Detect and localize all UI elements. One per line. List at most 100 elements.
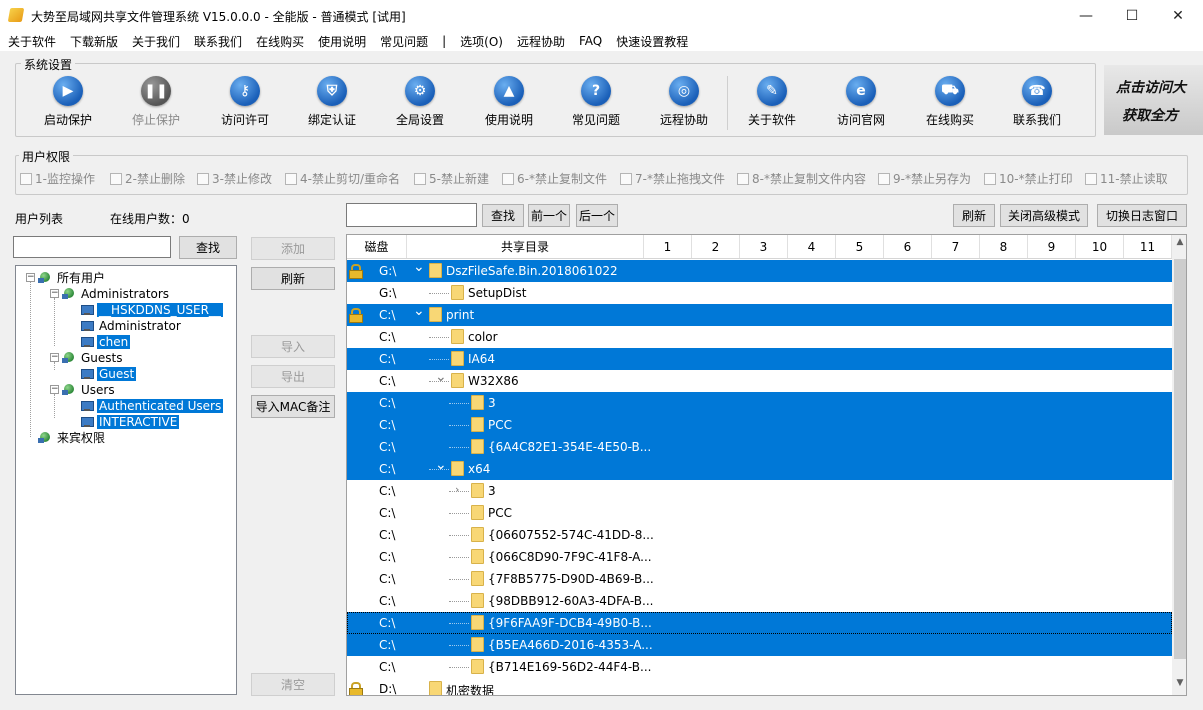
menu-item-6[interactable]: 常见问题 — [380, 33, 428, 50]
column-header-8[interactable]: 7 — [932, 235, 980, 258]
toolbar-button-gear[interactable]: ⚙ 全局设置 — [380, 76, 460, 128]
prev-button[interactable]: 前一个 — [528, 204, 570, 227]
share-grid[interactable]: 磁盘 共享目录 1 2 3 4 5 6 7 8 9 10 11 G:\ ⌄ DszFileSafe.Bin.… — [346, 234, 1187, 696]
toolbar-button-globe[interactable]: ◎ 远程协助 — [644, 76, 724, 128]
table-row[interactable]: C:\ {B5EA466D-2016-4353-A... — [347, 634, 1172, 656]
tree-node[interactable]: __HSKDDNS_USER__ — [80, 302, 223, 317]
tree-node[interactable]: Users — [62, 382, 117, 397]
table-row[interactable]: C:\ {B714E169-56D2-44F4-B... — [347, 656, 1172, 678]
column-header-10[interactable]: 9 — [1028, 235, 1076, 258]
permission-checkbox-11[interactable]: 11-禁止读取 — [1085, 170, 1168, 187]
column-header-2[interactable]: 1 — [644, 235, 692, 258]
table-row[interactable]: C:\ ⌄ W32X86 — [347, 369, 1172, 392]
user-search-button[interactable]: 查找 — [179, 236, 237, 259]
tree-node[interactable]: chen — [80, 334, 131, 349]
close-button[interactable]: ✕ — [1155, 0, 1201, 31]
toolbar-button-graduation-cap[interactable]: ▲ 使用说明 — [469, 76, 549, 128]
tree-node[interactable]: INTERACTIVE — [80, 414, 180, 429]
scroll-up-icon[interactable]: ▲ — [1172, 237, 1186, 254]
table-row[interactable]: C:\ ⌄ print — [347, 303, 1172, 326]
permission-checkbox-7[interactable]: 7-*禁止拖拽文件 — [620, 170, 725, 187]
user-search-input[interactable] — [13, 236, 171, 258]
menu-item-1[interactable]: 下载新版 — [70, 33, 118, 50]
table-row[interactable]: G:\ ⌄ DszFileSafe.Bin.2018061022 — [347, 259, 1172, 282]
tree-node[interactable]: 所有用户 — [38, 270, 107, 285]
menu-item-8[interactable]: 选项(O) — [460, 33, 503, 50]
close-advanced-mode-button[interactable]: 关闭高级模式 — [1000, 204, 1088, 227]
table-row[interactable]: C:\ {7F8B5775-D90D-4B69-B... — [347, 568, 1172, 590]
minimize-button[interactable]: — — [1063, 0, 1109, 31]
table-row[interactable]: C:\ {6A4C82E1-354E-4E50-B... — [347, 436, 1172, 458]
column-header-3[interactable]: 2 — [692, 235, 740, 258]
table-row[interactable]: C:\ {066C8D90-7F9C-41F8-A... — [347, 546, 1172, 568]
toolbar-button-pause[interactable]: ❚❚ 停止保护 — [116, 76, 196, 128]
toolbar-button-cart[interactable]: ⛟ 在线购买 — [910, 76, 990, 128]
column-header-12[interactable]: 11 — [1124, 235, 1172, 258]
menu-item-5[interactable]: 使用说明 — [318, 33, 366, 50]
import-button[interactable]: 导入 — [251, 335, 335, 358]
column-header-0[interactable]: 磁盘 — [347, 235, 407, 258]
column-header-9[interactable]: 8 — [980, 235, 1028, 258]
chevron-down-icon[interactable]: ⌄ — [413, 303, 425, 319]
tree-node[interactable]: Administrator — [80, 318, 183, 333]
table-row[interactable]: C:\ ⌄ x64 — [347, 457, 1172, 480]
promo-banner[interactable]: 点击访问大 获取全方 — [1104, 65, 1203, 135]
add-button[interactable]: 添加 — [251, 237, 335, 260]
toolbar-button-shield[interactable]: ⛨ 绑定认证 — [292, 76, 372, 128]
user-tree[interactable]: 所有用户 Administrators __HSKDDNS_USER__ Admini… — [15, 265, 237, 695]
menu-item-3[interactable]: 联系我们 — [194, 33, 242, 50]
toolbar-button-question[interactable]: ? 常见问题 — [556, 76, 636, 128]
tree-node[interactable]: Administrators — [62, 286, 171, 301]
table-row[interactable]: D:\ 机密数据 — [347, 678, 1172, 695]
maximize-button[interactable]: ☐ — [1109, 0, 1155, 31]
permission-checkbox-2[interactable]: 2-禁止删除 — [110, 170, 185, 187]
chevron-right-icon[interactable]: › — [455, 483, 459, 496]
permission-checkbox-9[interactable]: 9-*禁止另存为 — [878, 170, 971, 187]
column-header-5[interactable]: 4 — [788, 235, 836, 258]
menu-item-11[interactable]: 快速设置教程 — [616, 33, 688, 50]
toolbar-button-key[interactable]: ⚷ 访问许可 — [205, 76, 285, 128]
menu-item-4[interactable]: 在线购买 — [256, 33, 304, 50]
table-row[interactable]: C:\ {98DBB912-60A3-4DFA-B... — [347, 590, 1172, 612]
menu-item-10[interactable]: FAQ — [579, 34, 602, 48]
refresh-share-button[interactable]: 刷新 — [953, 204, 995, 227]
tree-collapse-icon[interactable]: − — [50, 289, 59, 298]
toolbar-button-ie[interactable]: e 访问官网 — [821, 76, 901, 128]
column-header-7[interactable]: 6 — [884, 235, 932, 258]
toolbar-button-phone[interactable]: ☎ 联系我们 — [997, 76, 1077, 128]
menu-item-9[interactable]: 远程协助 — [517, 33, 565, 50]
toolbar-button-document[interactable]: ✎ 关于软件 — [732, 76, 812, 128]
share-search-button[interactable]: 查找 — [482, 204, 524, 227]
chevron-down-icon[interactable]: ⌄ — [435, 457, 447, 473]
tree-collapse-icon[interactable]: − — [50, 353, 59, 362]
permission-checkbox-6[interactable]: 6-*禁止复制文件 — [502, 170, 607, 187]
permission-checkbox-5[interactable]: 5-禁止新建 — [414, 170, 489, 187]
table-row[interactable]: C:\ PCC — [347, 414, 1172, 436]
scroll-down-icon[interactable]: ▼ — [1172, 678, 1186, 695]
column-header-1[interactable]: 共享目录 — [407, 235, 644, 258]
table-row[interactable]: C:\ {9F6FAA9F-DCB4-49B0-B... — [347, 612, 1172, 634]
refresh-users-button[interactable]: 刷新 — [251, 267, 335, 290]
permission-checkbox-10[interactable]: 10-*禁止打印 — [984, 170, 1073, 187]
import-mac-button[interactable]: 导入MAC备注 — [251, 395, 335, 418]
share-search-input[interactable] — [346, 203, 477, 227]
table-row[interactable]: C:\ {06607552-574C-41DD-8... — [347, 524, 1172, 546]
column-header-11[interactable]: 10 — [1076, 235, 1124, 258]
table-row[interactable]: C:\ PCC — [347, 502, 1172, 524]
grid-vertical-scrollbar[interactable]: ▲ ▼ — [1172, 235, 1186, 695]
permission-checkbox-8[interactable]: 8-*禁止复制文件内容 — [737, 170, 866, 187]
clear-button[interactable]: 清空 — [251, 673, 335, 696]
tree-node[interactable]: Authenticated Users — [80, 398, 224, 413]
table-row[interactable]: C:\ › 3 — [347, 480, 1172, 502]
table-row[interactable]: G:\ SetupDist — [347, 282, 1172, 304]
tree-collapse-icon[interactable]: − — [26, 273, 35, 282]
chevron-down-icon[interactable]: ⌄ — [413, 259, 425, 275]
tree-node[interactable]: 来宾权限 — [38, 430, 107, 445]
permission-checkbox-4[interactable]: 4-禁止剪切/重命名 — [285, 170, 400, 187]
switch-log-window-button[interactable]: 切换日志窗口 — [1097, 204, 1187, 227]
table-row[interactable]: C:\ 3 — [347, 392, 1172, 414]
tree-node[interactable]: Guests — [62, 350, 125, 365]
column-header-6[interactable]: 5 — [836, 235, 884, 258]
column-header-4[interactable]: 3 — [740, 235, 788, 258]
tree-node[interactable]: Guest — [80, 366, 137, 381]
